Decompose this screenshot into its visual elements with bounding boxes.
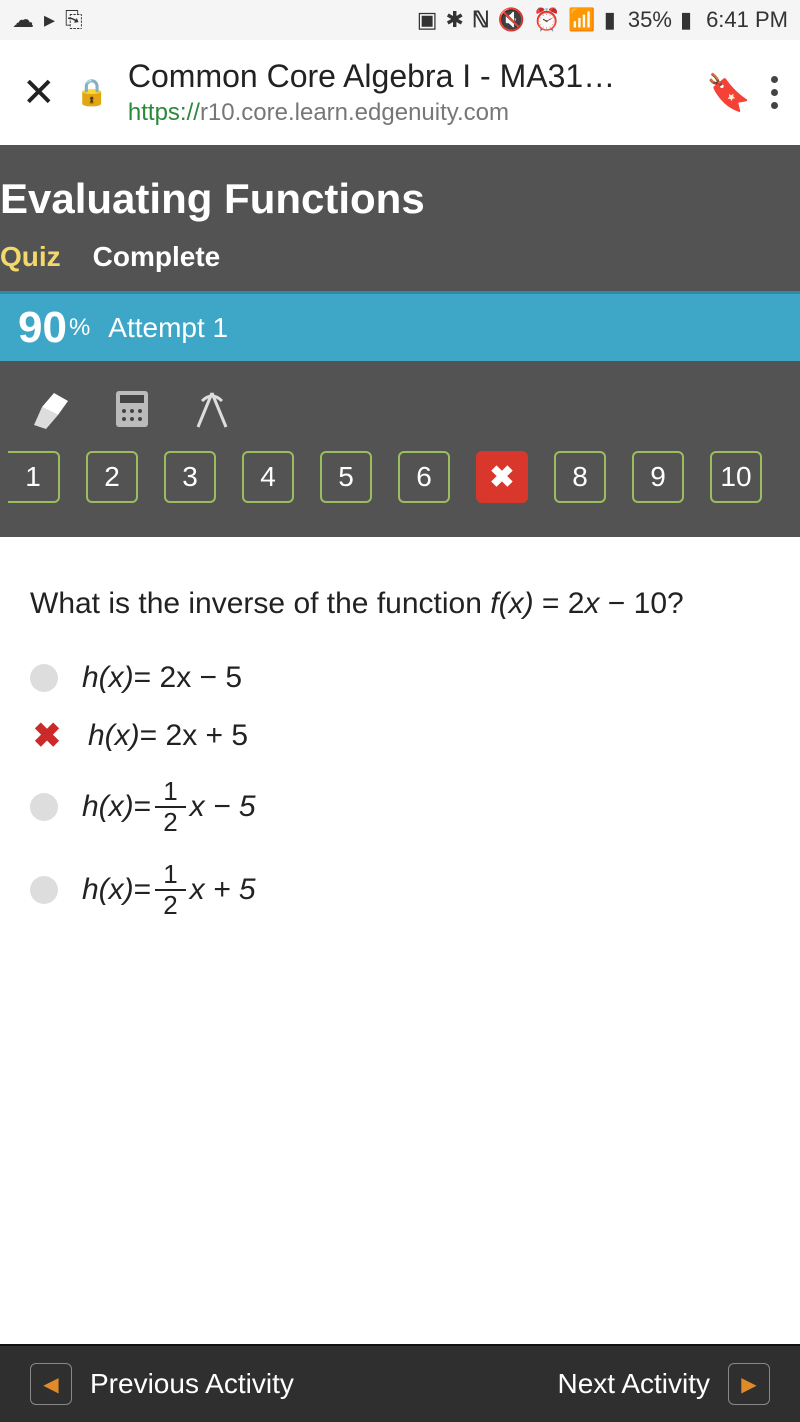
clock-time: 6:41 PM	[706, 7, 788, 33]
nfc-icon: ℕ	[472, 7, 490, 33]
soundcloud-icon: ☁	[12, 7, 34, 33]
attempt-label: Attempt 1	[108, 312, 228, 344]
answer-option-2[interactable]: ✖ h(x) = 2x + 5	[30, 719, 770, 753]
wrong-x-icon: ✖	[489, 460, 514, 495]
lock-icon: 🔒	[76, 77, 108, 108]
bookmark-icon[interactable]: 🔖	[706, 72, 751, 114]
battery-saver-icon: ▣	[417, 7, 438, 33]
next-activity-button[interactable]: Next Activity ▶	[558, 1363, 770, 1405]
radio-unselected-icon	[30, 664, 58, 692]
page-url: https://r10.core.learn.edgenuity.com	[128, 99, 686, 127]
browser-bar: ✕ 🔒 Common Core Algebra I - MA31… https:…	[0, 40, 800, 145]
question-nav-4[interactable]: 4	[242, 451, 294, 503]
status-bar: ☁ ▸ ⎘ ▣ ✱ ℕ 🔇 ⏰ 📶 ▮ 35% ▮ 6:41 PM	[0, 0, 800, 40]
highlighter-icon[interactable]	[26, 385, 78, 433]
app-icon: ⎘	[65, 7, 83, 33]
question-nav-9[interactable]: 9	[632, 451, 684, 503]
percent-sign: %	[69, 314, 90, 342]
page-title: Common Core Algebra I - MA31…	[128, 58, 686, 95]
compass-icon[interactable]	[186, 385, 238, 433]
lesson-header: Evaluating Functions Quiz Complete	[0, 145, 800, 291]
lesson-title: Evaluating Functions	[0, 175, 800, 241]
radio-unselected-icon	[30, 876, 58, 904]
bluetooth-icon: ✱	[446, 7, 464, 33]
question-nav-6[interactable]: 6	[398, 451, 450, 503]
radio-unselected-icon	[30, 793, 58, 821]
question-nav-2[interactable]: 2	[86, 451, 138, 503]
question-nav-8[interactable]: 8	[554, 451, 606, 503]
score-bar: 90% Attempt 1	[0, 291, 800, 361]
bottom-nav: ◀ Previous Activity Next Activity ▶	[0, 1344, 800, 1422]
battery-percent: 35%	[628, 7, 672, 33]
answer-option-3[interactable]: h(x) = 12 x − 5	[30, 777, 770, 836]
question-area: What is the inverse of the function f(x)…	[0, 537, 800, 949]
question-nav-5[interactable]: 5	[320, 451, 372, 503]
arrow-right-icon: ▶	[728, 1363, 770, 1405]
close-icon[interactable]: ✕	[22, 70, 56, 116]
alarm-icon: ⏰	[533, 7, 560, 33]
question-nav-1[interactable]: 1	[8, 451, 60, 503]
previous-activity-button[interactable]: ◀ Previous Activity	[30, 1363, 294, 1405]
battery-icon: ▮	[680, 7, 692, 33]
youtube-icon: ▸	[44, 7, 55, 33]
toolbar-strip: 123456 ✖ 89 10	[0, 361, 800, 537]
mute-icon: 🔇	[498, 7, 525, 33]
question-nav-3[interactable]: 3	[164, 451, 216, 503]
question-nav-7[interactable]: ✖	[476, 451, 528, 503]
quiz-label: Quiz	[0, 241, 61, 273]
score-value: 90	[18, 303, 67, 353]
question-nav-10[interactable]: 10	[710, 451, 762, 503]
question-nav: 123456 ✖ 89 10	[0, 451, 800, 503]
question-text: What is the inverse of the function f(x)…	[30, 587, 770, 621]
answer-option-1[interactable]: h(x) = 2x − 5	[30, 661, 770, 695]
arrow-left-icon: ◀	[30, 1363, 72, 1405]
answer-option-4[interactable]: h(x) = 12 x + 5	[30, 860, 770, 919]
menu-icon[interactable]	[771, 76, 778, 109]
calculator-icon[interactable]	[106, 385, 158, 433]
complete-label: Complete	[93, 241, 221, 273]
wifi-icon: 📶	[568, 7, 595, 33]
signal-icon: ▮	[604, 7, 616, 33]
wrong-mark-icon: ✖	[30, 719, 64, 753]
